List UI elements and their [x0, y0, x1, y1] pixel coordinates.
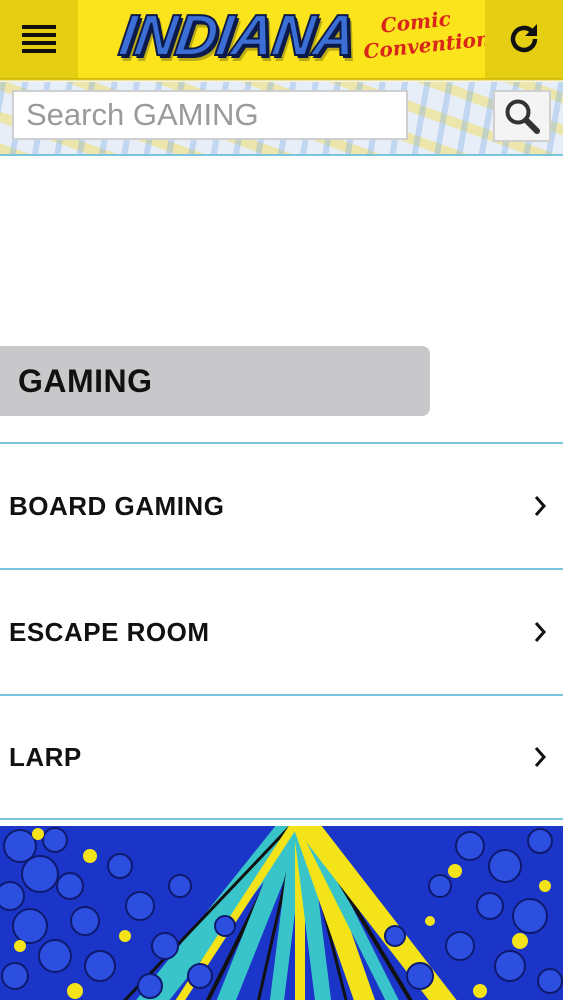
menu-button[interactable]: [0, 0, 78, 78]
comic-burst-illustration: [0, 826, 563, 1000]
logo[interactable]: INDIANA Comic Convention: [112, 0, 491, 78]
search-bar: [0, 82, 563, 156]
list-item-label: LARP: [9, 741, 82, 772]
page-title: GAMING: [0, 346, 430, 416]
chevron-right-icon: [534, 622, 547, 642]
search-input[interactable]: [12, 90, 408, 140]
refresh-button[interactable]: [485, 0, 563, 78]
list-item-larp[interactable]: LARP: [0, 694, 563, 820]
list-item-board-gaming[interactable]: BOARD GAMING: [0, 442, 563, 568]
list-item-escape-room[interactable]: ESCAPE ROOM: [0, 568, 563, 694]
chevron-right-icon: [534, 747, 547, 767]
search-button[interactable]: [493, 90, 551, 142]
app-header: INDIANA Comic Convention: [0, 0, 563, 80]
refresh-icon: [510, 24, 538, 53]
logo-title: INDIANA: [114, 2, 360, 69]
logo-subtitle: Comic Convention: [360, 4, 491, 63]
chevron-right-icon: [534, 496, 547, 516]
search-icon: [505, 99, 540, 134]
comic-background-art: [0, 826, 563, 1000]
list-item-label: ESCAPE ROOM: [9, 616, 210, 647]
list-item-label: BOARD GAMING: [9, 490, 225, 521]
category-list: BOARD GAMING ESCAPE ROOM LARP: [0, 442, 563, 820]
hamburger-menu-icon: [22, 25, 56, 53]
